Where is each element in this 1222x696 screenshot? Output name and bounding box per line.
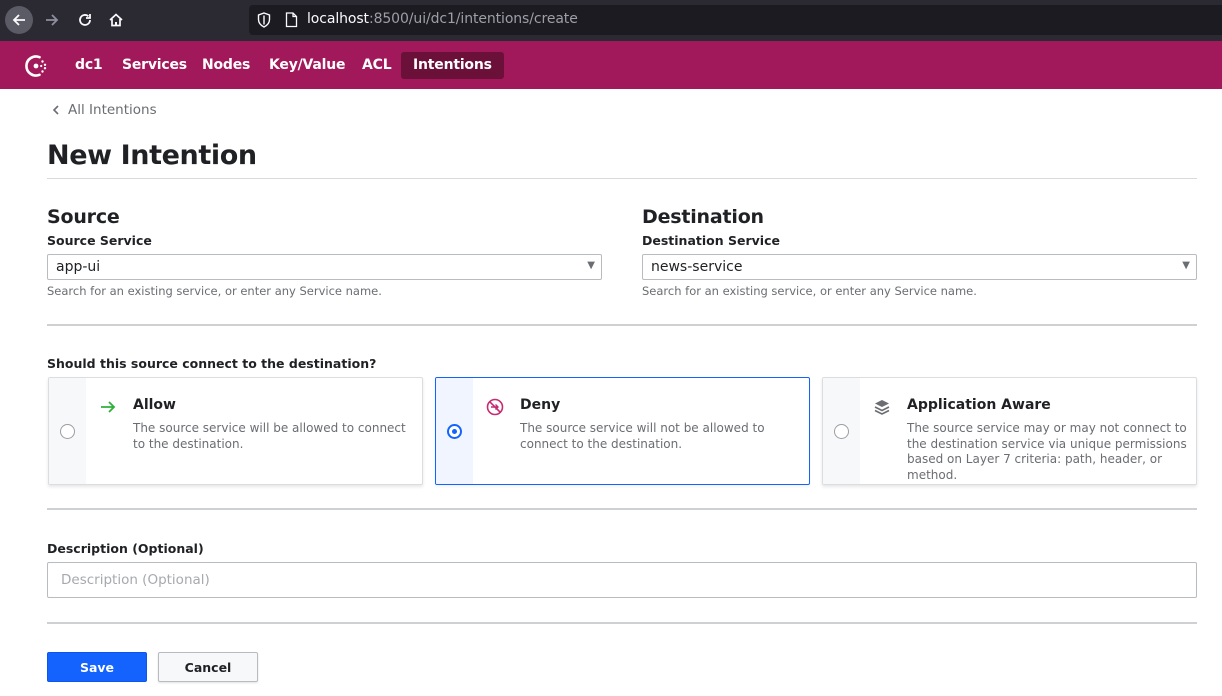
arrow-right-icon: [101, 401, 116, 413]
nav-key-value[interactable]: Key/Value: [257, 52, 357, 79]
source-heading: Source: [47, 206, 120, 228]
nav-dc1[interactable]: dc1: [63, 52, 114, 79]
back-button[interactable]: [5, 6, 33, 34]
section-divider: [47, 508, 1197, 510]
action-question: Should this source connect to the destin…: [47, 356, 377, 371]
destination-heading: Destination: [642, 206, 764, 228]
deny-radio[interactable]: [447, 424, 462, 439]
arrow-left-icon: [12, 14, 25, 26]
breadcrumb-label[interactable]: All Intentions: [68, 102, 157, 118]
browser-toolbar: localhost:8500/ui/dc1/intentions/create: [0, 0, 1222, 41]
source-help-text: Search for an existing service, or enter…: [47, 284, 382, 298]
home-button[interactable]: [102, 6, 130, 34]
deny-icon: [486, 398, 504, 416]
destination-service-select[interactable]: news-service ▼: [642, 254, 1197, 280]
breadcrumb[interactable]: All Intentions: [52, 102, 157, 118]
layers-icon: [874, 400, 890, 415]
reload-button[interactable]: [71, 6, 99, 34]
application-aware-description: The source service may or may not connec…: [907, 421, 1187, 482]
page-title: New Intention: [47, 140, 257, 171]
chevron-left-icon: [52, 105, 59, 115]
title-divider: [47, 178, 1197, 179]
description-label: Description (Optional): [47, 541, 204, 556]
caret-down-icon: ▼: [1182, 260, 1190, 271]
page-icon[interactable]: [285, 12, 298, 28]
home-icon: [109, 13, 123, 27]
caret-down-icon: ▼: [587, 260, 595, 271]
deny-description: The source service will not be allowed t…: [520, 421, 765, 451]
nav-acl[interactable]: ACL: [350, 52, 403, 79]
allow-title: Allow: [133, 397, 176, 413]
destination-help-text: Search for an existing service, or enter…: [642, 284, 977, 298]
app-header: dc1 Services Nodes Key/Value ACL Intenti…: [0, 41, 1222, 89]
consul-logo-icon[interactable]: [22, 52, 50, 80]
section-divider: [47, 622, 1197, 624]
section-divider: [47, 324, 1197, 326]
nav-nodes[interactable]: Nodes: [190, 52, 262, 79]
url-path: :8500/ui/dc1/intentions/create: [368, 11, 578, 27]
destination-service-label: Destination Service: [642, 233, 780, 248]
nav-services[interactable]: Services: [110, 52, 199, 79]
reload-icon: [79, 14, 91, 26]
cancel-button[interactable]: Cancel: [158, 652, 258, 682]
application-aware-radio[interactable]: [834, 424, 849, 439]
destination-service-value: news-service: [651, 259, 743, 275]
arrow-right-icon: [46, 14, 59, 26]
forward-button[interactable]: [38, 6, 66, 34]
description-input[interactable]: [47, 562, 1197, 598]
url-host: localhost: [307, 11, 369, 27]
option-allow[interactable]: Allow The source service will be allowed…: [48, 377, 423, 485]
save-button[interactable]: Save: [47, 652, 147, 682]
shield-icon[interactable]: [257, 12, 271, 28]
option-application-aware[interactable]: Application Aware The source service may…: [822, 377, 1197, 485]
source-service-label: Source Service: [47, 233, 152, 248]
source-service-select[interactable]: app-ui ▼: [47, 254, 602, 280]
url-bar[interactable]: localhost:8500/ui/dc1/intentions/create: [249, 5, 1222, 35]
application-aware-title: Application Aware: [907, 397, 1051, 413]
nav-intentions[interactable]: Intentions: [401, 52, 504, 79]
source-service-value: app-ui: [56, 259, 101, 275]
option-deny[interactable]: Deny The source service will not be allo…: [435, 377, 810, 485]
url-text[interactable]: localhost:8500/ui/dc1/intentions/create: [307, 11, 578, 27]
allow-radio[interactable]: [60, 424, 75, 439]
deny-title: Deny: [520, 397, 561, 413]
allow-description: The source service will be allowed to co…: [133, 421, 406, 451]
